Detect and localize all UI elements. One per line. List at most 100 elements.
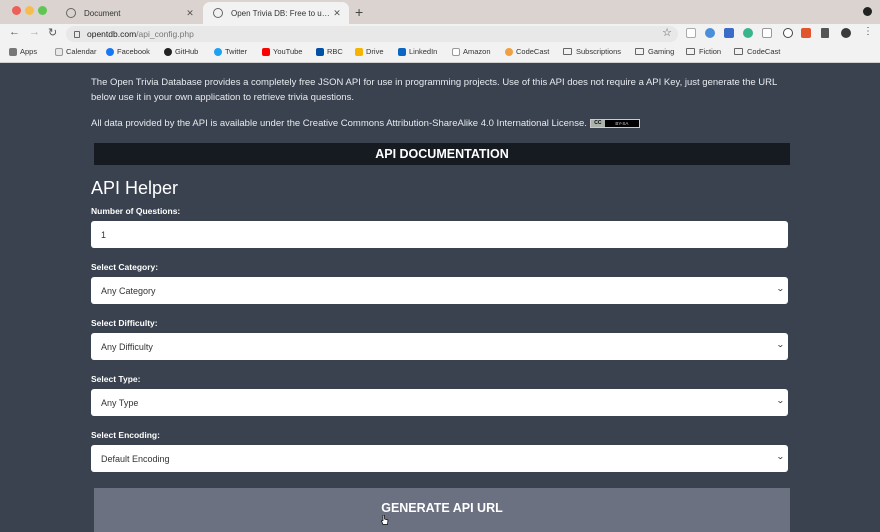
reload-icon[interactable]: ↻ [48,26,57,39]
type-select[interactable]: Any Type ⌄ [91,389,788,416]
extensions-puzzle-icon[interactable] [821,28,829,38]
bookmark-fiction[interactable]: Fiction [686,47,721,56]
extension-clock-icon[interactable] [783,28,793,38]
browser-tab-bar: Document ✕ Open Trivia DB: Free to use, … [0,0,880,24]
maximize-window-icon[interactable] [38,6,47,15]
bookmark-linkedin[interactable]: LinkedIn [398,47,437,56]
chevron-down-icon: ⌄ [776,396,786,405]
bookmark-youtube[interactable]: YouTube [262,47,302,56]
globe-icon [213,8,223,18]
encoding-value: Default Encoding [101,453,170,464]
bookmark-rbc[interactable]: RBC [316,47,343,56]
difficulty-label: Select Difficulty: [91,318,158,328]
bookmark-label: Apps [20,47,38,56]
tab-open-trivia[interactable]: Open Trivia DB: Free to use, us ✕ [203,2,349,24]
folder-icon [686,48,695,55]
category-label: Select Category: [91,262,159,272]
bookmark-label: CodeCast [516,47,550,56]
bookmark-subscriptions[interactable]: Subscriptions [563,47,621,56]
number-of-questions-label: Number of Questions: [91,206,181,216]
close-tab-icon[interactable]: ✕ [185,8,195,19]
facebook-icon [106,47,114,56]
difficulty-value: Any Difficulty [101,341,153,352]
extension-box-icon[interactable] [762,28,772,38]
chevron-down-icon: ⌄ [776,284,786,293]
cc-badge-right: BY-SA [615,121,629,126]
close-window-icon[interactable] [12,6,21,15]
calendar-icon [55,47,63,56]
kebab-menu-icon[interactable]: ⋮ [863,27,873,38]
bookmark-drive[interactable]: Drive [355,47,384,56]
license-text: All data provided by the API is availabl… [91,118,587,129]
chevron-down-icon: ⌄ [776,452,786,461]
bookmark-amazon[interactable]: Amazon [452,47,491,56]
extension-gear-icon[interactable] [705,28,715,38]
tab-document[interactable]: Document ✕ [56,2,202,24]
bookmark-gaming[interactable]: Gaming [635,47,674,56]
tab-title: Document [84,8,121,18]
tab-search-icon[interactable] [863,7,872,16]
drive-icon [355,47,363,56]
close-tab-icon[interactable]: ✕ [332,8,342,19]
bookmark-github[interactable]: GitHub [164,47,198,56]
forward-icon[interactable]: → [29,26,40,38]
page-content: The Open Trivia Database provides a comp… [0,63,880,532]
bookmark-label: CodeCast [747,47,781,56]
codecast-icon [505,47,513,56]
generate-api-url-button[interactable]: GENERATE API URL [94,488,790,532]
bookmark-codecast[interactable]: CodeCast [505,47,549,56]
rbc-icon [316,47,324,56]
new-tab-icon[interactable]: + [355,4,363,20]
apps-grid-icon [9,47,17,56]
avatar[interactable] [841,28,851,38]
difficulty-select[interactable]: Any Difficulty ⌄ [91,333,788,360]
hand-cursor-icon [381,515,389,525]
bookmark-label: Amazon [463,47,491,56]
category-value: Any Category [101,285,156,296]
api-documentation-link[interactable]: API DOCUMENTATION [94,143,790,165]
bookmark-label: GitHub [175,47,199,56]
back-icon[interactable]: ← [9,26,20,38]
extension-g-icon[interactable] [743,28,753,38]
type-label: Select Type: [91,374,141,384]
amazon-icon [452,47,460,56]
bookmark-label: Facebook [117,47,150,56]
cc-license-badge[interactable]: CC BY-SA [589,119,640,128]
intro-text: The Open Trivia Database provides a comp… [91,77,777,103]
bookmark-twitter[interactable]: Twitter [214,47,247,56]
cc-badge-left: CC [590,120,605,127]
category-select[interactable]: Any Category ⌄ [91,277,788,304]
folder-icon [563,48,572,55]
bookmarks-bar: Apps Calendar Facebook GitHub Twitter Yo… [0,43,880,63]
url-path: /api_config.php [136,29,194,39]
type-value: Any Type [101,397,139,408]
bookmark-star-icon[interactable]: ☆ [662,26,672,39]
bookmark-label: Subscriptions [576,47,622,56]
folder-icon [635,48,644,55]
encoding-label: Select Encoding: [91,430,160,440]
url-input[interactable]: opentdb.com /api_config.php ☆ [66,26,678,42]
page-title: API Helper [91,178,179,198]
linkedin-icon [398,47,406,56]
bookmark-label: Drive [366,47,384,56]
lock-icon [74,30,80,38]
bookmark-apps[interactable]: Apps [9,47,37,56]
chevron-down-icon: ⌄ [776,340,786,349]
twitter-icon [214,47,222,56]
bookmark-label: Gaming [648,47,675,56]
globe-icon [66,8,76,18]
number-of-questions-value: 1 [101,229,107,240]
bookmark-calendar[interactable]: Calendar [55,47,96,56]
bookmark-codecast-folder[interactable]: CodeCast [734,47,780,56]
bookmark-label: Twitter [225,47,248,56]
extension-doc-icon[interactable] [724,28,734,38]
extension-play-icon[interactable] [686,28,696,38]
bookmark-facebook[interactable]: Facebook [106,47,150,56]
bookmark-label: Calendar [66,47,97,56]
bookmark-label: YouTube [273,47,303,56]
encoding-select[interactable]: Default Encoding ⌄ [91,445,788,472]
number-of-questions-input[interactable]: 1 [91,221,788,248]
extension-red-icon[interactable] [801,28,811,38]
youtube-icon [262,47,270,56]
minimize-window-icon[interactable] [25,6,34,15]
